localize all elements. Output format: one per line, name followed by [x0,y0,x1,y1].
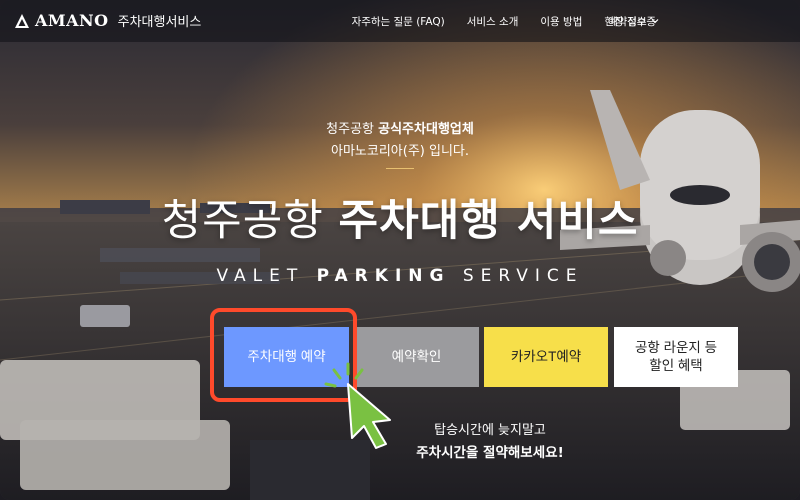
intro-line-2: 아마노코리아(주) 입니다. [330,144,469,159]
kakao-t-reservation-button[interactable]: 카카오T예약 [484,327,608,387]
nav-item-reservation-info[interactable]: 예약정보 [608,0,659,42]
amano-logo-icon [15,13,29,28]
app-frame: AMANO 주차대행서비스 자주하는 질문 (FAQ) 서비스 소개 이용 방법… [0,0,800,500]
brand-name: AMANO [35,11,109,30]
chevron-down-icon [651,19,659,24]
hero-subtitle: VALET PARKING SERVICE [0,266,800,286]
service-name: 주차대행서비스 [117,15,202,30]
nav-dropdown-label: 예약정보 [608,15,647,28]
nav-item-faq[interactable]: 자주하는 질문 (FAQ) [352,14,445,29]
intro-line-1: 청주공항 공식주차대행업체 [0,118,800,137]
subtitle-service: SERVICE [450,266,584,286]
lounge-button-label: 공항 라운지 등 할인 혜택 [634,339,718,373]
headline-bold: 주차대행 서비스 [338,196,639,246]
tagline-line-1: 탑승시간에 늦지말고 [434,423,546,438]
intro-official-partner: 공식주차대행업체 [378,122,474,137]
hero-divider [386,168,414,169]
nav-item-service-intro[interactable]: 서비스 소개 [467,14,519,29]
logo[interactable]: AMANO 주차대행서비스 [14,11,201,30]
headline-regular: 청주공항 [161,196,339,246]
subtitle-valet: VALET [216,266,317,286]
intro-prefix: 청주공항 [326,122,379,137]
hero-headline: 청주공항 주차대행 서비스 [0,186,800,248]
subtitle-parking: PARKING [316,266,451,286]
top-navigation-bar: AMANO 주차대행서비스 자주하는 질문 (FAQ) 서비스 소개 이용 방법… [0,0,800,42]
tagline-line-2: 주차시간을 절약해보세요! [416,445,564,461]
nav-item-how-to-use[interactable]: 이용 방법 [540,14,582,29]
tagline: 탑승시간에 늦지말고 주차시간을 절약해보세요! [380,420,600,464]
lounge-discount-button[interactable]: 공항 라운지 등 할인 혜택 [614,327,738,387]
